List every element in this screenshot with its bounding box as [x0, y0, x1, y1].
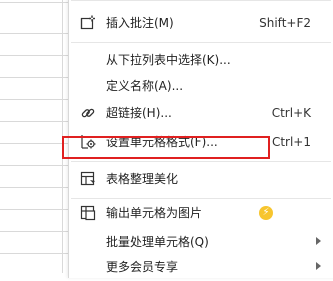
menu-item-insert-comment[interactable]: 插入批注(M) Shift+F2 [69, 9, 333, 37]
context-menu: 插入批注(M) Shift+F2 从下拉列表中选择(K)... 定义名称(A).… [68, 0, 333, 278]
export-image-icon [79, 204, 97, 222]
menu-item-batch-process-cells[interactable]: 批量处理单元格(Q) [69, 228, 333, 256]
menu-item-label: 输出单元格为图片 [106, 206, 203, 220]
menu-item-label: 设置单元格格式(F)... [106, 135, 218, 149]
menu-item-format-cells[interactable]: 设置单元格格式(F)... Ctrl+1 [69, 128, 333, 156]
menu-separator [71, 161, 331, 162]
insert-comment-icon [79, 14, 97, 32]
hyperlink-icon [79, 104, 97, 122]
menu-item-shortcut: Ctrl+K [271, 106, 311, 120]
menu-item-more-member-exclusive[interactable]: 更多会员专享 [69, 253, 333, 281]
menu-item-shortcut: Ctrl+1 [271, 135, 311, 149]
table-beautify-icon [79, 170, 97, 188]
menu-item-label: 从下拉列表中选择(K)... [106, 53, 231, 67]
menu-separator [71, 0, 331, 1]
submenu-arrow-icon [316, 237, 321, 245]
menu-item-label: 表格整理美化 [106, 172, 179, 186]
menu-item-export-cells-image[interactable]: 输出单元格为图片 ⚡ [69, 199, 333, 227]
menu-item-label: 批量处理单元格(Q) [106, 235, 209, 249]
menu-item-pick-from-dropdown[interactable]: 从下拉列表中选择(K)... [69, 46, 333, 74]
menu-item-table-beautify[interactable]: 表格整理美化 [69, 165, 333, 193]
menu-item-label: 超链接(H)... [106, 106, 172, 120]
member-lightning-badge-icon: ⚡ [259, 206, 273, 220]
menu-item-hyperlink[interactable]: 超链接(H)... Ctrl+K [69, 99, 333, 127]
menu-separator [71, 42, 331, 43]
menu-item-label: 插入批注(M) [106, 16, 174, 30]
menu-item-define-name[interactable]: 定义名称(A)... [69, 72, 333, 100]
menu-item-label: 定义名称(A)... [106, 79, 184, 93]
submenu-arrow-icon [316, 262, 321, 270]
format-cells-icon [79, 133, 97, 151]
menu-item-shortcut: Shift+F2 [259, 16, 311, 30]
